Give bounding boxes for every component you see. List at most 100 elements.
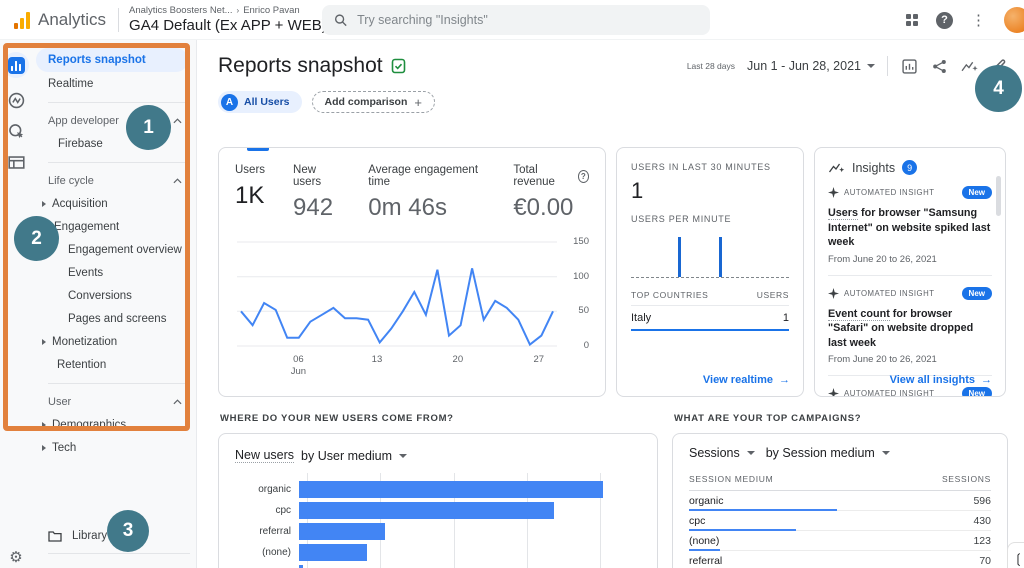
insight-item[interactable]: AUTOMATED INSIGHT New Users for browser …: [828, 186, 992, 276]
country-row[interactable]: Italy 1: [631, 306, 789, 331]
expand-arrow-icon[interactable]: [42, 421, 46, 428]
apps-grid-icon[interactable]: [906, 14, 918, 26]
help-icon[interactable]: ?: [936, 11, 953, 29]
metric-dimension-selector[interactable]: New users by User medium: [235, 448, 641, 463]
sidebar-item-retention[interactable]: Retention: [32, 353, 196, 376]
sidebar-item-acquisition[interactable]: Acquisition: [32, 192, 196, 215]
bar-track: [299, 523, 641, 540]
metric-label[interactable]: New users: [235, 448, 295, 463]
add-comparison-button[interactable]: Add comparison +: [311, 91, 435, 113]
view-all-insights-link[interactable]: View all insights →: [890, 374, 992, 386]
nav-section-label: User: [48, 396, 72, 408]
table-row[interactable]: cpc 430: [689, 511, 991, 531]
sidebar-item-library[interactable]: Library: [48, 530, 107, 542]
date-range-picker[interactable]: Jun 1 - Jun 28, 2021: [747, 59, 875, 73]
y-axis-tick: 0: [583, 340, 589, 351]
sidebar-item-realtime[interactable]: Realtime: [32, 72, 196, 95]
users-line-chart[interactable]: 0 50 100 150 06 Jun 13 20 27: [235, 236, 589, 384]
nav-label: Firebase: [58, 137, 103, 150]
edge-cursor-tab[interactable]: ❲: [1007, 542, 1024, 568]
country-users: 1: [782, 312, 789, 324]
realtime-title: USERS IN LAST 30 MINUTES: [631, 162, 771, 172]
insight-date: From June 20 to 26, 2021: [828, 354, 937, 366]
x-axis-tick: 27: [533, 354, 545, 365]
metric-dimension-selector[interactable]: Sessions by Session medium: [689, 446, 991, 460]
kpi-users[interactable]: Users 1K: [235, 164, 265, 222]
more-menu-icon[interactable]: ⋮: [971, 13, 986, 28]
breadcrumb-user[interactable]: Enrico Pavan: [243, 5, 300, 16]
report-verified-icon[interactable]: [391, 58, 406, 74]
insight-item[interactable]: AUTOMATED INSIGHT New Event count for br…: [828, 286, 992, 377]
new-badge: New: [961, 186, 992, 199]
sidebar-section-user[interactable]: User: [32, 391, 196, 413]
view-realtime-link[interactable]: View realtime →: [703, 374, 790, 386]
horizontal-bar-chart[interactable]: organic cpc referral (none): [235, 473, 641, 568]
divider: [887, 56, 888, 76]
kpi-label: Average engagement time: [368, 164, 479, 188]
bar-category-label: cpc: [275, 505, 291, 516]
nav-label: Library: [72, 530, 108, 542]
all-users-chip[interactable]: A All Users: [218, 91, 302, 113]
bar[interactable]: [299, 502, 554, 519]
table-header: SESSION MEDIUM SESSIONS: [689, 474, 991, 491]
insight-date: From June 20 to 26, 2021: [828, 253, 937, 265]
kpi-label: Total revenue: [513, 164, 555, 188]
kpi-avg-engagement-time[interactable]: Average engagement time 0m 46s: [368, 164, 485, 222]
property-selector[interactable]: Analytics Boosters Net... › Enrico Pavan…: [129, 5, 341, 34]
nav-explore-icon[interactable]: [7, 91, 25, 109]
kpi-new-users[interactable]: New users 942: [293, 164, 340, 222]
kpi-total-revenue[interactable]: Total revenue ? €0.00: [513, 164, 589, 222]
new-users-section-heading: WHERE DO YOUR NEW USERS COME FROM?: [220, 413, 454, 424]
sidebar-item-firebase[interactable]: Firebase: [32, 132, 196, 155]
sidebar-item-reports-snapshot[interactable]: Reports snapshot: [36, 48, 188, 72]
sidebar-item-conversions[interactable]: Conversions: [32, 284, 196, 307]
insights-icon[interactable]: [960, 57, 978, 75]
automated-insight-icon: [828, 187, 839, 198]
search-input[interactable]: [357, 13, 698, 27]
bar-track: [299, 502, 641, 519]
sidebar-item-demographics[interactable]: Demographics: [32, 413, 196, 436]
breadcrumb-account[interactable]: Analytics Boosters Net...: [129, 5, 232, 16]
table-row[interactable]: (none) 123: [689, 531, 991, 551]
expand-arrow-icon[interactable]: [42, 338, 46, 345]
help-icon[interactable]: ?: [577, 169, 589, 183]
line-chart-plot: [237, 241, 557, 347]
share-icon[interactable]: [930, 57, 948, 75]
settings-gear-icon[interactable]: ⚙: [0, 548, 32, 566]
plus-icon: +: [414, 94, 422, 110]
sidebar-item-monetization[interactable]: Monetization: [32, 330, 196, 353]
brand-name: Analytics: [38, 9, 107, 29]
user-avatar[interactable]: [1004, 7, 1024, 33]
chevron-down-icon: [867, 64, 875, 68]
sidebar-item-tech[interactable]: Tech: [32, 436, 196, 459]
customize-report-icon[interactable]: [900, 57, 918, 75]
property-name[interactable]: GA4 Default (Ex APP + WEB): [129, 17, 327, 34]
scrollbar-thumb[interactable]: [996, 176, 1001, 216]
search-bar[interactable]: [322, 5, 710, 35]
dimension-label[interactable]: by Session medium: [766, 446, 875, 460]
divider: [48, 162, 190, 163]
sidebar-item-events[interactable]: Events: [32, 261, 196, 284]
expand-arrow-icon[interactable]: [42, 200, 46, 207]
nav-configure-icon[interactable]: [7, 153, 25, 171]
sidebar-section-life-cycle[interactable]: Life cycle: [32, 170, 196, 192]
top-campaigns-card: Sessions by Session medium SESSION MEDIU…: [672, 433, 1008, 568]
insight-tag: AUTOMATED INSIGHT: [844, 389, 935, 397]
bar[interactable]: [299, 481, 603, 498]
divider: [48, 553, 190, 554]
analytics-logo-icon[interactable]: [14, 11, 30, 29]
metric-label[interactable]: Sessions: [689, 446, 740, 460]
bar[interactable]: [299, 544, 368, 561]
sidebar-section-app-developer[interactable]: App developer: [32, 110, 196, 132]
arrow-right-icon: →: [981, 374, 992, 386]
nav-reports-icon[interactable]: [3, 52, 29, 78]
table-row[interactable]: referral 70: [689, 551, 991, 568]
expand-arrow-icon[interactable]: [42, 444, 46, 451]
nav-advertising-icon[interactable]: [7, 122, 25, 140]
table-row[interactable]: organic 596: [689, 491, 991, 511]
nav-label: Demographics: [52, 418, 127, 431]
sessions-cell: 596: [973, 494, 991, 507]
sidebar-item-pages-and-screens[interactable]: Pages and screens: [32, 307, 196, 330]
insight-item[interactable]: AUTOMATED INSIGHT New: [828, 387, 992, 397]
bar[interactable]: [299, 523, 385, 540]
